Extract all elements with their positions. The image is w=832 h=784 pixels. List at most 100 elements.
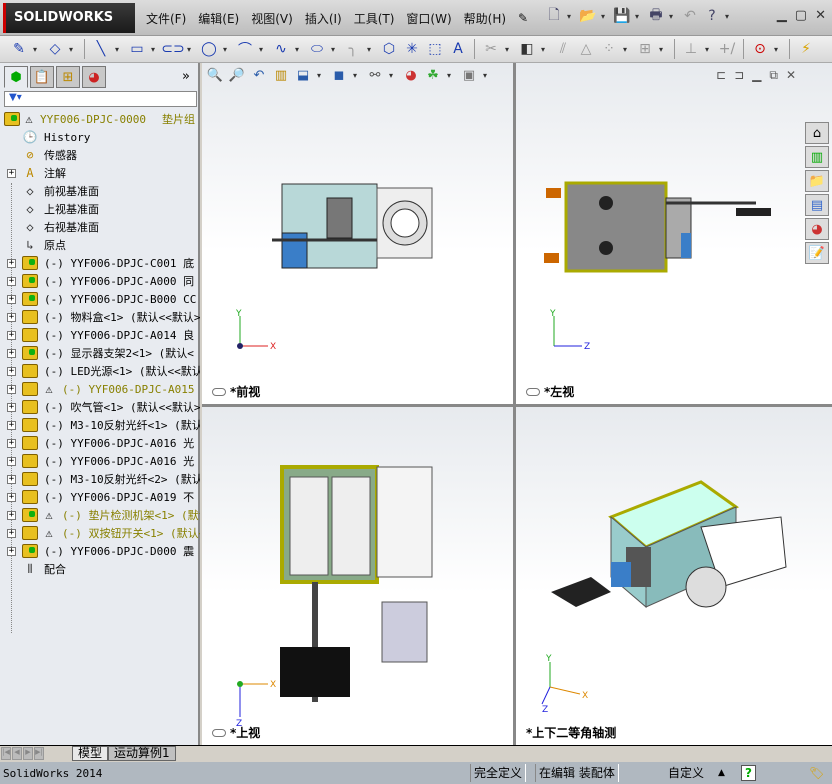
tree-item[interactable]: + (-) YYF006-DPJC-B000 CC	[0, 290, 200, 308]
arc-icon[interactable]: ⌒	[236, 39, 254, 59]
save-icon[interactable]: 💾	[613, 6, 631, 26]
slot-dropdown[interactable]: ▾	[187, 45, 195, 54]
first-tab-button[interactable]: |◀	[1, 747, 11, 760]
tree-item[interactable]: + ⚠ (-) YYF006-DPJC-A015	[0, 380, 200, 398]
single-view-icon[interactable]: ⊏	[716, 68, 726, 83]
expand-toggle[interactable]: +	[7, 438, 16, 448]
two-view-icon[interactable]: ⊐	[734, 68, 744, 83]
text-icon[interactable]: A	[449, 39, 467, 59]
last-tab-button[interactable]: ▶|	[34, 747, 44, 760]
tree-item[interactable]: + ⚠ (-) 垫片检测机架<1> (默认	[0, 506, 200, 524]
restore-icon[interactable]: ▢	[795, 8, 807, 23]
next-tab-button[interactable]: ▶	[23, 747, 33, 760]
top-view-model[interactable]	[272, 452, 442, 702]
expand-toggle[interactable]: +	[7, 348, 16, 358]
tree-item[interactable]: + (-) YYF006-DPJC-A014 良	[0, 326, 200, 344]
hide-show-dropdown[interactable]: ▾	[389, 71, 397, 80]
close-view-icon[interactable]: ✕	[786, 68, 796, 83]
tree-item[interactable]: + (-) YYF006-DPJC-A000 同	[0, 272, 200, 290]
menu-view[interactable]: 视图(V)	[245, 10, 299, 27]
expand-toggle[interactable]: +	[7, 312, 16, 322]
tree-item[interactable]: + (-) YYF006-DPJC-C001 底	[0, 254, 200, 272]
convert-entities-icon[interactable]: ◧	[518, 39, 536, 59]
expand-toggle[interactable]: +	[7, 384, 16, 394]
configuration-manager-tab[interactable]: ⊞	[56, 66, 80, 88]
rectangle-icon[interactable]: ▭	[128, 39, 146, 59]
pin-icon[interactable]: ✎	[512, 11, 534, 25]
view-settings-icon[interactable]: ▣	[461, 67, 477, 83]
pattern-dropdown[interactable]: ▾	[623, 45, 631, 54]
expand-toggle[interactable]: +	[7, 402, 16, 412]
sketch-icon[interactable]: ✎	[10, 39, 28, 59]
view-settings-dropdown[interactable]: ▾	[483, 71, 491, 80]
tree-item[interactable]: + (-) M3-10反射光纤<2> (默认	[0, 470, 200, 488]
sketch-dropdown[interactable]: ▾	[33, 45, 41, 54]
viewport-isometric[interactable]: Y X Z *上下二等角轴测	[516, 407, 832, 745]
tree-item[interactable]: + (-) 吹气管<1> (默认<<默认>	[0, 398, 200, 416]
tab-motion-study-1[interactable]: 运动算例1	[108, 746, 176, 761]
spline-dropdown[interactable]: ▾	[295, 45, 303, 54]
hide-show-items-icon[interactable]: ⚯	[367, 67, 383, 83]
expand-toggle[interactable]: +	[7, 258, 16, 268]
expand-toggle[interactable]: +	[7, 168, 16, 178]
feature-manager-tab[interactable]: ⬢	[4, 66, 28, 88]
view-palette-icon[interactable]: ▤	[805, 194, 829, 216]
relations-dropdown[interactable]: ▾	[705, 45, 713, 54]
fillet-dropdown[interactable]: ▾	[367, 45, 375, 54]
ellipse-dropdown[interactable]: ▾	[331, 45, 339, 54]
link-views-icon[interactable]	[212, 728, 226, 737]
expand-toggle[interactable]: +	[7, 456, 16, 466]
solidworks-logo[interactable]: SOLIDWORKS	[3, 3, 135, 33]
tree-item[interactable]: + (-) 物料盒<1> (默认<<默认>	[0, 308, 200, 326]
save-dropdown[interactable]: ▾	[635, 12, 643, 21]
tree-item[interactable]: + (-) YYF006-DPJC-A016 光	[0, 434, 200, 452]
tree-item[interactable]: ⊘ 传感器	[0, 146, 200, 164]
expand-toggle[interactable]: +	[7, 276, 16, 286]
more-tabs-button[interactable]: »	[182, 69, 190, 84]
prev-tab-button[interactable]: ◀	[12, 747, 22, 760]
rectangle-dropdown[interactable]: ▾	[151, 45, 159, 54]
print-icon[interactable]: 🖶	[647, 6, 665, 26]
menu-edit[interactable]: 编辑(E)	[192, 10, 245, 27]
expand-toggle[interactable]: +	[7, 294, 16, 304]
move-dropdown[interactable]: ▾	[659, 45, 667, 54]
ellipse-icon[interactable]: ⬭	[308, 39, 326, 59]
tree-item[interactable]: ◇ 上视基准面	[0, 200, 200, 218]
expand-toggle[interactable]: +	[7, 330, 16, 340]
expand-toggle[interactable]: +	[7, 474, 16, 484]
front-view-model[interactable]	[267, 178, 437, 278]
rebuild-tag-icon[interactable]: 🏷	[806, 764, 827, 782]
trim-icon[interactable]: ✂	[482, 39, 500, 59]
linear-pattern-icon[interactable]: ⁘	[600, 39, 618, 59]
property-manager-tab[interactable]: 📋	[30, 66, 54, 88]
slot-icon[interactable]: ⊂⊃	[161, 39, 184, 59]
view-orientation-icon[interactable]: ⬓	[295, 67, 311, 83]
horizontal-splitter[interactable]	[202, 404, 832, 407]
tree-filter[interactable]: ▼▾	[4, 91, 197, 107]
minimize-view-icon[interactable]: ▁	[752, 68, 761, 83]
design-library-icon[interactable]: ▥	[805, 146, 829, 168]
help-icon[interactable]: ?	[703, 6, 721, 26]
left-view-model[interactable]	[536, 178, 776, 278]
tree-item[interactable]: ↳ 原点	[0, 236, 200, 254]
display-relations-icon[interactable]: ⊥	[682, 39, 700, 59]
arc-dropdown[interactable]: ▾	[259, 45, 267, 54]
line-dropdown[interactable]: ▾	[115, 45, 123, 54]
tab-model[interactable]: 模型	[72, 746, 109, 761]
menu-window[interactable]: 窗口(W)	[400, 10, 457, 27]
move-entities-icon[interactable]: ⊞	[636, 39, 654, 59]
tree-item[interactable]: + (-) LED光源<1> (默认<<默认	[0, 362, 200, 380]
undo-icon[interactable]: ↶	[681, 6, 699, 26]
isometric-view-model[interactable]	[551, 477, 796, 627]
dimension-dropdown[interactable]: ▾	[69, 45, 77, 54]
link-views-icon[interactable]	[526, 387, 540, 396]
tree-item[interactable]: + (-) YYF006-DPJC-D000 震	[0, 542, 200, 560]
line-icon[interactable]: ╲	[92, 39, 110, 59]
display-style-icon[interactable]: ◼	[331, 67, 347, 83]
status-units[interactable]: 自定义	[665, 764, 707, 782]
menu-help[interactable]: 帮助(H)	[458, 10, 512, 27]
fillet-icon[interactable]: ╮	[344, 39, 362, 59]
expand-toggle[interactable]: +	[7, 546, 16, 556]
construction-geometry-icon[interactable]: ⬚	[426, 39, 444, 59]
circle-icon[interactable]: ◯	[200, 39, 218, 59]
